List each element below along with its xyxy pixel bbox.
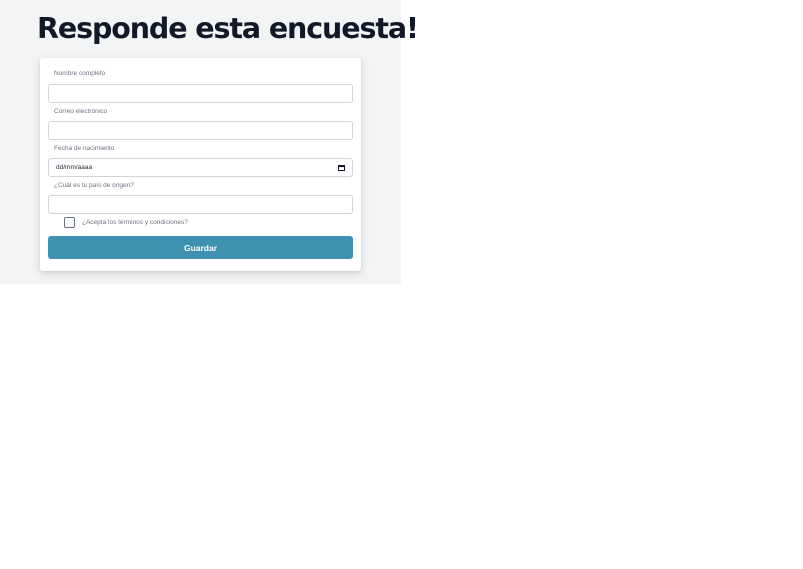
app-viewport: Responde esta encuesta! Nombre completo … [0, 0, 419, 284]
save-button[interactable]: Guardar [48, 236, 353, 259]
calendar-icon[interactable] [338, 165, 345, 171]
birthdate-placeholder: dd/mm/aaaa [56, 164, 93, 171]
terms-label: ¿Acepta los términos y condiciones? [82, 219, 188, 226]
full-name-label: Nombre completo [54, 70, 106, 77]
survey-form-card: Nombre completo Correo electrónico Fecha… [40, 58, 361, 271]
country-input[interactable] [48, 195, 353, 214]
birthdate-input[interactable]: dd/mm/aaaa [48, 158, 353, 177]
country-label: ¿Cuál es tu país de origen? [54, 182, 134, 189]
full-name-input[interactable] [48, 84, 353, 103]
page-title: Responde esta encuesta! [37, 12, 419, 45]
birthdate-label: Fecha de nacimiento [54, 145, 115, 152]
terms-checkbox[interactable] [64, 217, 75, 228]
email-label: Correo electrónico [54, 108, 108, 115]
email-input[interactable] [48, 121, 353, 140]
